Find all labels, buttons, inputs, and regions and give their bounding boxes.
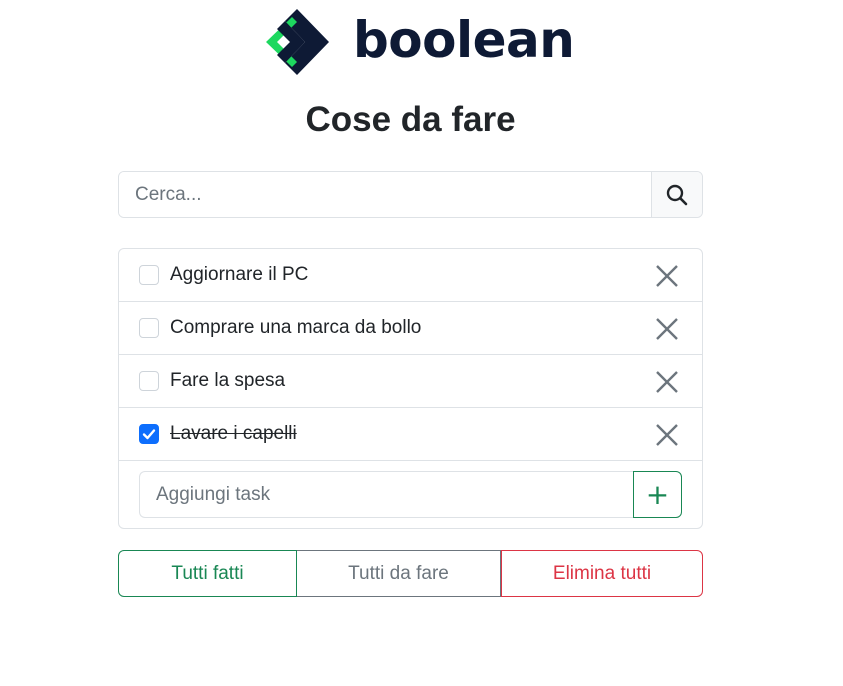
task-item: Lavare i capelli [119, 408, 702, 461]
task-item: Fare la spesa [119, 355, 702, 408]
bulk-actions: Tutti fatti Tutti da fare Elimina tutti [118, 550, 703, 597]
search-input[interactable] [119, 172, 651, 217]
checkmark-icon [142, 429, 156, 440]
task-checkbox[interactable] [139, 265, 159, 285]
task-list: Aggiornare il PC Comprare una marca da b… [118, 248, 703, 529]
search-bar [118, 171, 703, 218]
page-title: Cose da fare [305, 100, 516, 139]
all-done-button[interactable]: Tutti fatti [118, 550, 297, 597]
task-label: Fare la spesa [170, 370, 286, 391]
task-checkbox[interactable] [139, 318, 159, 338]
close-icon[interactable] [653, 262, 681, 290]
brand-logo: boolean [263, 8, 575, 78]
task-checkbox[interactable] [139, 424, 159, 444]
task-label: Lavare i capelli [170, 423, 297, 444]
search-icon [666, 184, 688, 205]
add-task-input[interactable] [139, 471, 633, 518]
delete-all-button[interactable]: Elimina tutti [501, 550, 703, 597]
brand-name: boolean [353, 11, 575, 69]
task-label: Aggiornare il PC [170, 264, 309, 285]
boolean-logo-icon [266, 9, 329, 75]
close-icon[interactable] [653, 315, 681, 343]
close-icon[interactable] [653, 368, 681, 396]
task-label: Comprare una marca da bollo [170, 317, 422, 338]
all-todo-button[interactable]: Tutti da fare [297, 550, 501, 597]
task-item: Aggiornare il PC [119, 249, 702, 302]
add-task-button[interactable]: + [633, 471, 682, 518]
task-checkbox[interactable] [139, 371, 159, 391]
add-task-row: + [119, 461, 702, 528]
task-item: Comprare una marca da bollo [119, 302, 702, 355]
close-icon[interactable] [653, 421, 681, 449]
search-button[interactable] [651, 172, 702, 217]
